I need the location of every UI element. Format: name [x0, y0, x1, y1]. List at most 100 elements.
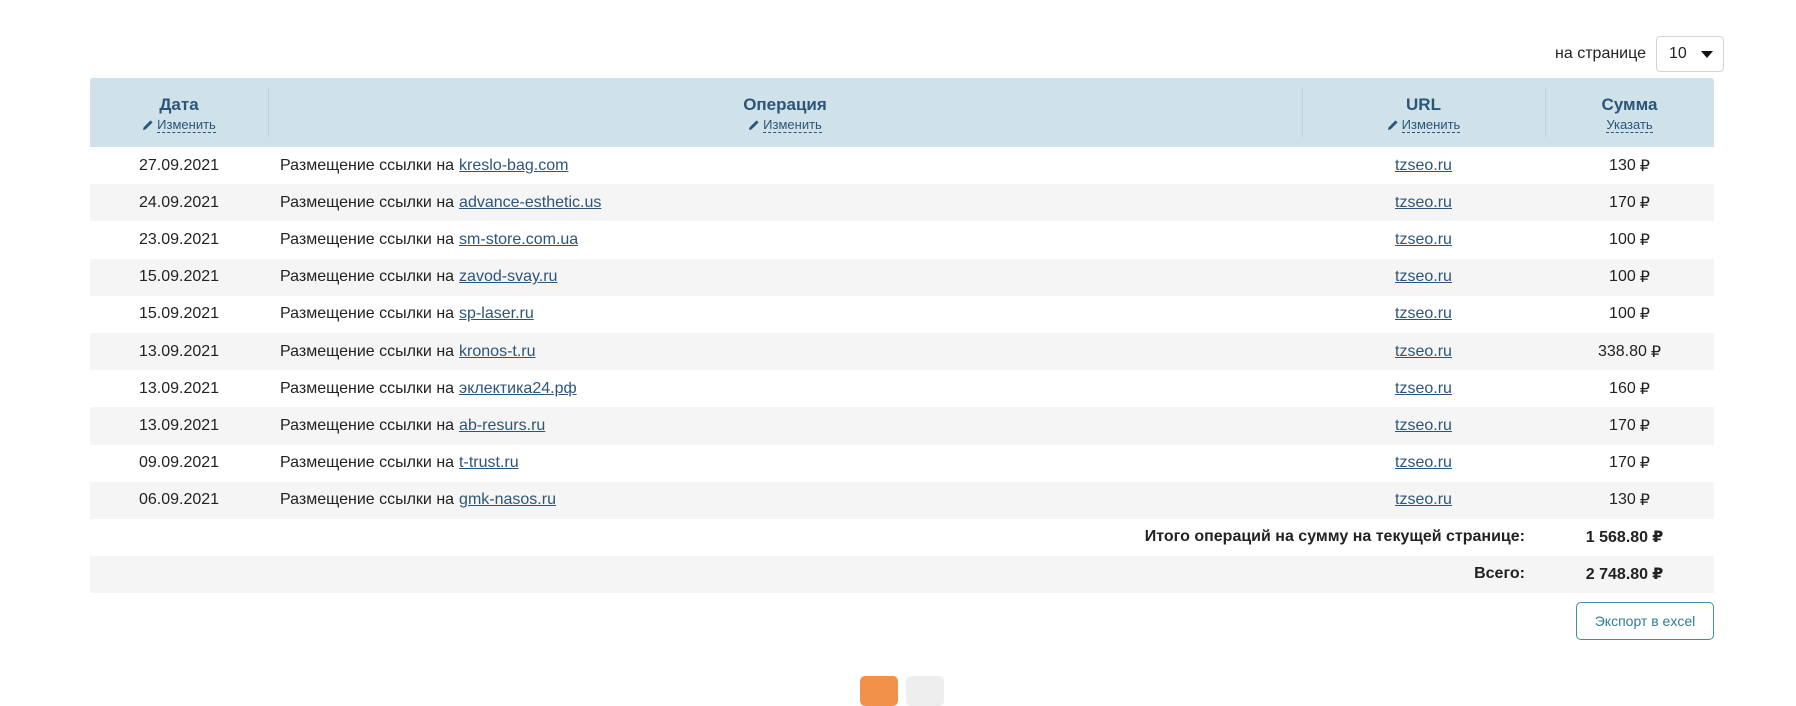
- ruble-sign: ₽: [1639, 455, 1650, 473]
- sum-cell: 338.80 ₽: [1545, 333, 1714, 370]
- table-row: 13.09.2021 Размещение ссылки на kronos-t.…: [90, 332, 1714, 371]
- sum-value: 100: [1609, 305, 1636, 323]
- page-total-row: Итого операций на сумму на текущей стран…: [90, 519, 1714, 556]
- operation-text: Размещение ссылки на: [280, 230, 455, 248]
- domain-link[interactable]: sm-store.com.ua: [459, 231, 578, 249]
- grand-total-label: Всего:: [1474, 565, 1525, 583]
- operation-text: Размещение ссылки на: [280, 305, 455, 323]
- sum-value: 160: [1609, 379, 1636, 397]
- sum-cell: 170 ₽: [1545, 445, 1714, 482]
- operation-text: Размещение ссылки на: [280, 156, 455, 174]
- page-button-current[interactable]: [860, 676, 898, 706]
- sum-cell: 100 ₽: [1545, 296, 1714, 333]
- table-body: 27.09.2021 Размещение ссылки на kreslo-ba…: [90, 147, 1714, 519]
- domain-link[interactable]: kronos-t.ru: [459, 343, 535, 361]
- export-excel-button[interactable]: Экспорт в excel: [1576, 602, 1714, 640]
- operation-text: Размещение ссылки на: [280, 379, 455, 397]
- pencil-icon: [749, 120, 759, 130]
- url-link[interactable]: tzseo.ru: [1395, 268, 1452, 286]
- pencil-icon: [143, 120, 153, 130]
- page-button[interactable]: [906, 676, 944, 706]
- url-link[interactable]: tzseo.ru: [1395, 417, 1452, 435]
- domain-link[interactable]: эклектика24.рф: [459, 380, 577, 398]
- domain-link[interactable]: zavod-svay.ru: [459, 268, 557, 286]
- operation-cell: Размещение ссылки на sm-store.com.ua: [268, 221, 1302, 258]
- sum-value: 100: [1609, 230, 1636, 248]
- per-page-value: 10: [1669, 45, 1687, 62]
- domain-link[interactable]: ab-resurs.ru: [459, 417, 545, 435]
- date-cell: 13.09.2021: [138, 342, 220, 360]
- set-sum-label: Указать: [1606, 116, 1653, 133]
- column-operation-title: Операция: [743, 94, 827, 114]
- operation-cell: Размещение ссылки на эклектика24.рф: [268, 370, 1302, 407]
- sum-value: 100: [1609, 268, 1636, 286]
- column-sum-title: Сумма: [1601, 94, 1658, 114]
- operation-cell: Размещение ссылки на gmk-nasos.ru: [268, 482, 1302, 519]
- url-link[interactable]: tzseo.ru: [1395, 305, 1452, 323]
- domain-link[interactable]: t-trust.ru: [459, 454, 519, 472]
- sum-value: 338.80: [1597, 342, 1647, 360]
- url-cell: tzseo.ru: [1302, 259, 1545, 296]
- domain-link[interactable]: advance-esthetic.us: [459, 194, 601, 212]
- column-date: Дата Изменить: [90, 78, 268, 147]
- ruble-sign: ₽: [1639, 194, 1650, 212]
- operation-text: Размещение ссылки на: [280, 193, 455, 211]
- grand-total-value: 2 748.80 ₽: [1535, 564, 1714, 584]
- domain-link[interactable]: gmk-nasos.ru: [459, 491, 556, 509]
- operation-cell: Размещение ссылки на t-trust.ru: [268, 445, 1302, 482]
- sum-value: 170: [1609, 416, 1636, 434]
- operations-table: Дата Изменить Операция Изменить URL Изме…: [90, 78, 1714, 593]
- url-link[interactable]: tzseo.ru: [1395, 194, 1452, 212]
- date-cell: 06.09.2021: [138, 491, 220, 509]
- date-cell: 27.09.2021: [138, 156, 220, 174]
- domain-link[interactable]: kreslo-bag.com: [459, 157, 568, 175]
- url-link[interactable]: tzseo.ru: [1395, 454, 1452, 472]
- operation-cell: Размещение ссылки на kreslo-bag.com: [268, 147, 1302, 184]
- pencil-icon: [1387, 120, 1398, 130]
- ruble-sign: ₽: [1639, 157, 1650, 175]
- table-header: Дата Изменить Операция Изменить URL Изме…: [90, 78, 1714, 147]
- per-page-select[interactable]: 10: [1656, 36, 1724, 72]
- edit-date-filter[interactable]: Изменить: [142, 117, 216, 133]
- sum-cell: 130 ₽: [1545, 482, 1714, 519]
- ruble-sign: ₽: [1652, 566, 1664, 584]
- ruble-sign: ₽: [1639, 417, 1650, 435]
- edit-url-label: Изменить: [1401, 116, 1461, 133]
- url-link[interactable]: tzseo.ru: [1395, 157, 1452, 175]
- set-sum-filter[interactable]: Указать: [1606, 116, 1653, 133]
- pagination: [860, 676, 944, 706]
- sum-cell: 100 ₽: [1545, 221, 1714, 258]
- url-link[interactable]: tzseo.ru: [1395, 380, 1452, 398]
- table-row: 06.09.2021 Размещение ссылки на gmk-nasos…: [90, 481, 1714, 519]
- table-row: 23.09.2021 Размещение ссылки на sm-store.…: [90, 221, 1714, 258]
- table-row: 27.09.2021 Размещение ссылки на kreslo-ba…: [90, 147, 1714, 184]
- ruble-sign: ₽: [1639, 306, 1650, 324]
- page-total-amount: 1 568.80: [1585, 529, 1649, 547]
- url-link[interactable]: tzseo.ru: [1395, 343, 1452, 361]
- operation-text: Размещение ссылки на: [280, 454, 455, 472]
- sum-value: 130: [1609, 491, 1636, 509]
- sum-value: 170: [1609, 454, 1636, 472]
- date-cell: 09.09.2021: [138, 454, 220, 472]
- operation-cell: Размещение ссылки на advance-esthetic.us: [268, 184, 1302, 221]
- ruble-sign: ₽: [1639, 380, 1650, 398]
- edit-operation-label: Изменить: [763, 116, 822, 133]
- edit-url-filter[interactable]: Изменить: [1387, 116, 1461, 133]
- per-page-label: на странице: [1555, 45, 1646, 62]
- url-cell: tzseo.ru: [1302, 184, 1545, 221]
- operation-cell: Размещение ссылки на kronos-t.ru: [268, 333, 1302, 370]
- table-row: 09.09.2021 Размещение ссылки на t-trust.r…: [90, 445, 1714, 482]
- table-row: 13.09.2021 Размещение ссылки на ab-resurs…: [90, 407, 1714, 445]
- edit-operation-filter[interactable]: Изменить: [748, 116, 822, 133]
- operation-cell: Размещение ссылки на zavod-svay.ru: [268, 259, 1302, 296]
- date-cell: 24.09.2021: [138, 193, 220, 211]
- column-sum: Сумма Указать: [1545, 78, 1714, 147]
- domain-link[interactable]: sp-laser.ru: [459, 305, 534, 323]
- url-link[interactable]: tzseo.ru: [1395, 231, 1452, 249]
- url-link[interactable]: tzseo.ru: [1395, 491, 1452, 509]
- url-cell: tzseo.ru: [1302, 370, 1545, 407]
- url-cell: tzseo.ru: [1302, 445, 1545, 482]
- ruble-sign: ₽: [1639, 231, 1650, 249]
- table-row: 13.09.2021 Размещение ссылки на эклектика…: [90, 370, 1714, 407]
- sum-value: 170: [1609, 193, 1636, 211]
